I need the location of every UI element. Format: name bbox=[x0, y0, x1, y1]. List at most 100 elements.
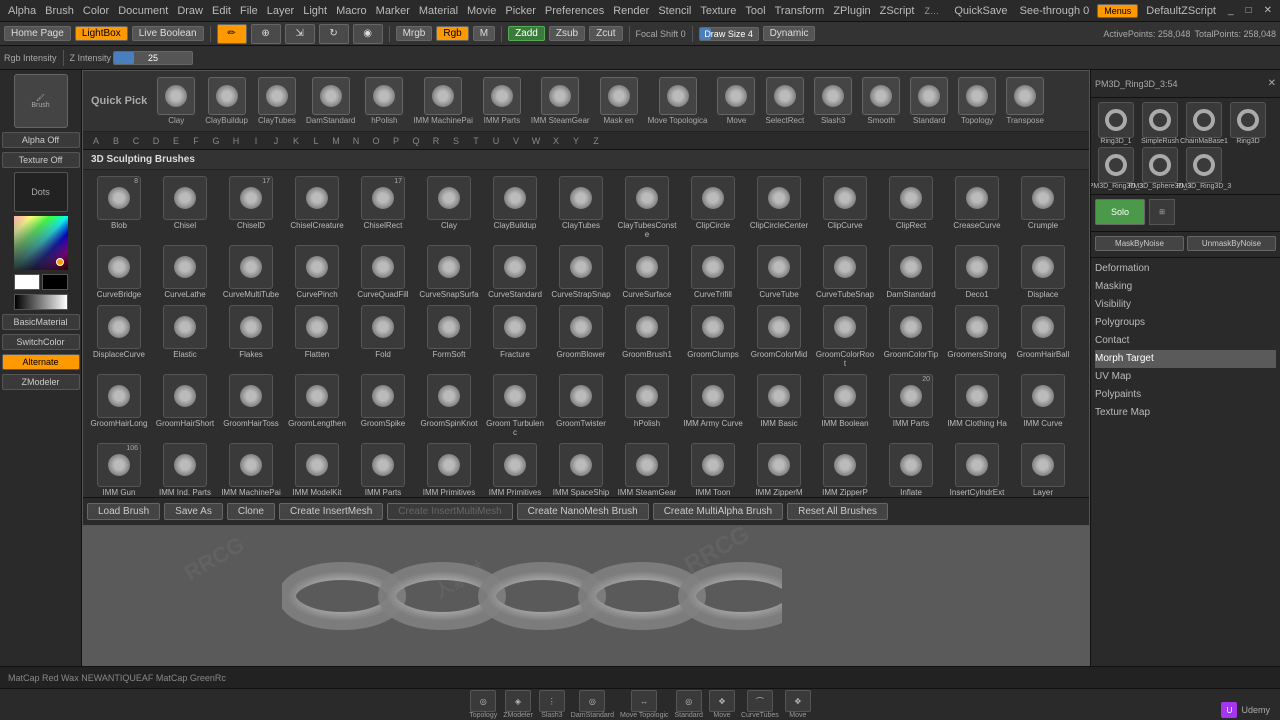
bottom-tool-item[interactable]: ✥ Move bbox=[785, 690, 811, 719]
bottom-tool-item[interactable]: ↔ Move Topologic bbox=[620, 690, 669, 719]
brush-item[interactable]: GroomHairBall bbox=[1011, 303, 1075, 370]
bottom-tool-item[interactable]: ✥ Move bbox=[709, 690, 735, 719]
brush-item[interactable]: ClipCurve bbox=[813, 174, 877, 241]
zadd-btn[interactable]: Zadd bbox=[508, 26, 545, 41]
brush-item[interactable]: IMM Boolean bbox=[813, 372, 877, 439]
brush-item[interactable]: CurveSurface bbox=[615, 243, 679, 301]
bottom-tool-item[interactable]: ⌒ CurveTubes bbox=[741, 690, 779, 719]
alpha-letter-f[interactable]: F bbox=[187, 136, 205, 146]
alpha-letter-s[interactable]: S bbox=[447, 136, 465, 146]
alpha-letter-b[interactable]: B bbox=[107, 136, 125, 146]
brush-item[interactable]: Flakes bbox=[219, 303, 283, 370]
brush-item[interactable]: GroomClumps bbox=[681, 303, 745, 370]
brush-item[interactable]: GroomTwister bbox=[549, 372, 613, 439]
right-brush-item[interactable]: Ring3D bbox=[1227, 102, 1269, 145]
dynamic-btn[interactable]: Dynamic bbox=[763, 26, 816, 41]
brush-item[interactable]: IMM SpaceShip bbox=[549, 441, 613, 497]
alpha-letter-p[interactable]: P bbox=[387, 136, 405, 146]
bottom-tool-item[interactable]: ◎ Standard bbox=[675, 690, 703, 719]
brush-item[interactable]: Displace bbox=[1011, 243, 1075, 301]
alpha-letter-d[interactable]: D bbox=[147, 136, 165, 146]
brush-item[interactable]: CreaseCurve bbox=[945, 174, 1009, 241]
menu-color[interactable]: Color bbox=[79, 4, 113, 18]
brush-item[interactable]: IMM Primitives bbox=[417, 441, 481, 497]
basic-material-btn[interactable]: BasicMaterial bbox=[2, 314, 80, 330]
alpha-letter-z[interactable]: Z bbox=[587, 136, 605, 146]
alpha-letter-q[interactable]: Q bbox=[407, 136, 425, 146]
menu-file[interactable]: File bbox=[236, 4, 262, 18]
brush-item[interactable]: ClipRect bbox=[879, 174, 943, 241]
brush-item[interactable]: Deco1 bbox=[945, 243, 1009, 301]
brush-item[interactable]: CurveTube bbox=[747, 243, 811, 301]
menu-movie[interactable]: Movie bbox=[463, 4, 500, 18]
alpha-letter-o[interactable]: O bbox=[367, 136, 385, 146]
brush-item[interactable]: hPolish bbox=[615, 372, 679, 439]
brush-item[interactable]: Groom Turbulenc bbox=[483, 372, 547, 439]
brush-item[interactable]: IMM ModelKit bbox=[285, 441, 349, 497]
right-panel-close-icon[interactable]: ✕ bbox=[1268, 78, 1276, 89]
brush-item[interactable]: IMM Toon bbox=[681, 441, 745, 497]
unmask-by-noise-btn[interactable]: UnmaskByNoise bbox=[1187, 236, 1276, 251]
brush-item[interactable]: Elastic bbox=[153, 303, 217, 370]
draw-tool-btn[interactable]: ✏ bbox=[217, 24, 247, 44]
brush-item[interactable]: GroomSpike bbox=[351, 372, 415, 439]
menu-layer[interactable]: Layer bbox=[263, 4, 299, 18]
default-script-btn[interactable]: DefaultZScript bbox=[1142, 4, 1220, 18]
brush-item[interactable]: ClayTubesConste bbox=[615, 174, 679, 241]
menu-draw[interactable]: Draw bbox=[173, 4, 207, 18]
quick-pick-item[interactable]: IMM Parts bbox=[481, 75, 523, 127]
canvas-area[interactable]: RRCG 人素材 RRCG bbox=[82, 526, 1090, 666]
brush-item[interactable]: GroomHairShort bbox=[153, 372, 217, 439]
menu-tool[interactable]: Tool bbox=[741, 4, 769, 18]
brush-item[interactable]: IMM SteamGear bbox=[615, 441, 679, 497]
brush-item[interactable]: CurveStrapSnap bbox=[549, 243, 613, 301]
brush-item[interactable]: GroomSpinKnot bbox=[417, 372, 481, 439]
menu-marker[interactable]: Marker bbox=[372, 4, 414, 18]
brush-item[interactable]: Inflate bbox=[879, 441, 943, 497]
menu-preferences[interactable]: Preferences bbox=[541, 4, 608, 18]
brush-item[interactable]: FormSoft bbox=[417, 303, 481, 370]
bottom-tool-item[interactable]: ⋮ Slash3 bbox=[539, 690, 565, 719]
alpha-letter-v[interactable]: V bbox=[507, 136, 525, 146]
brush-item[interactable]: Flatten bbox=[285, 303, 349, 370]
focal-shift-control[interactable]: Focal Shift 0 bbox=[636, 29, 686, 39]
quick-pick-item[interactable]: Mask en bbox=[598, 75, 640, 127]
brush-item[interactable]: GroomBrush1 bbox=[615, 303, 679, 370]
alpha-letter-m[interactable]: M bbox=[327, 136, 345, 146]
color-picker[interactable] bbox=[14, 216, 68, 270]
gradient-swatch[interactable] bbox=[14, 294, 68, 310]
close-btn[interactable]: ✕ bbox=[1260, 4, 1276, 17]
alpha-letter-l[interactable]: L bbox=[307, 136, 325, 146]
texture-off-btn[interactable]: Texture Off bbox=[2, 152, 80, 168]
white-swatch[interactable] bbox=[14, 274, 40, 290]
rotate-tool-btn[interactable]: ↻ bbox=[319, 24, 349, 44]
bottom-tool-item[interactable]: ◎ DamStandard bbox=[571, 690, 614, 719]
brush-item[interactable]: CurveLathe bbox=[153, 243, 217, 301]
brush-item[interactable]: Clay bbox=[417, 174, 481, 241]
quick-pick-item[interactable]: ClayBuildup bbox=[203, 75, 250, 127]
see-through-btn[interactable]: See-through 0 bbox=[1016, 4, 1094, 18]
bottom-tool-item[interactable]: ◈ ZModeler bbox=[503, 690, 533, 719]
brush-item[interactable]: DisplaceCurve bbox=[87, 303, 151, 370]
alpha-letter-c[interactable]: C bbox=[127, 136, 145, 146]
brush-item[interactable]: 20 IMM Parts bbox=[879, 372, 943, 439]
mask-by-noise-btn[interactable]: MaskByNoise bbox=[1095, 236, 1184, 251]
brush-item[interactable]: 17 ChiselD bbox=[219, 174, 283, 241]
brush-item[interactable]: Chisel bbox=[153, 174, 217, 241]
alpha-letter-k[interactable]: K bbox=[287, 136, 305, 146]
right-brush-item[interactable]: Ring3D_1 bbox=[1095, 102, 1137, 145]
brush-item[interactable]: ClayTubes bbox=[549, 174, 613, 241]
brush-item[interactable]: Crumple bbox=[1011, 174, 1075, 241]
quick-pick-item[interactable]: Move Topologica bbox=[646, 75, 710, 127]
right-brush-item[interactable]: PM3D_Sphere3D_3 bbox=[1139, 147, 1181, 190]
scale-tool-btn[interactable]: ⇲ bbox=[285, 24, 315, 44]
menu-zplugin[interactable]: ZPlugin bbox=[829, 4, 874, 18]
brush-item[interactable]: IMM Army Curve bbox=[681, 372, 745, 439]
action-btn-4[interactable]: Create InsertMultiMesh bbox=[387, 503, 512, 520]
quick-pick-item[interactable]: Move bbox=[715, 75, 757, 127]
black-swatch[interactable] bbox=[42, 274, 68, 290]
alternate-btn[interactable]: Alternate bbox=[2, 354, 80, 370]
brush-item[interactable]: IMM Clothing Ha bbox=[945, 372, 1009, 439]
right-section-item[interactable]: Polypaints bbox=[1095, 386, 1276, 404]
menu-transform[interactable]: Transform bbox=[771, 4, 829, 18]
